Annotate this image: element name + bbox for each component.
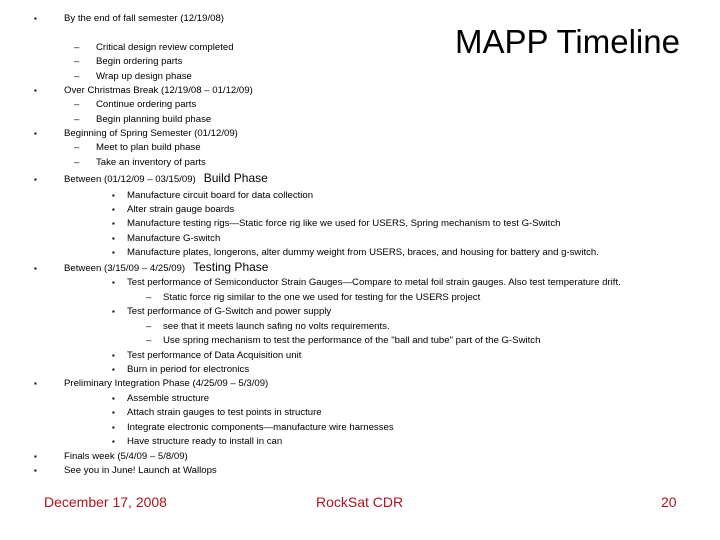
outline-subitem: Burn in period for electronics: [127, 363, 249, 377]
outline-item-text: Finals week (5/4/09 – 5/8/09): [64, 451, 188, 462]
phase-label: Build Phase: [203, 171, 268, 185]
outline-item: Over Christmas Break (12/19/08 – 01/12/0…: [64, 84, 253, 98]
outline-subitem: Have structure ready to install in can: [127, 435, 282, 449]
outline-subitem: Assemble structure: [127, 392, 209, 406]
outline-item-text: see that it meets launch safing no volts…: [163, 321, 390, 332]
outline-item-text: Use spring mechanism to test the perform…: [163, 335, 541, 346]
bullet-marker-icon: ▪: [34, 129, 37, 138]
outline-item-text: Test performance of Data Acquisition uni…: [127, 350, 302, 361]
outline-item-text: Static force rig similar to the one we u…: [163, 292, 481, 303]
bullet-marker-icon: ▪: [34, 175, 37, 184]
outline-subitem: Take an inventory of parts: [96, 156, 206, 170]
outline-subitem: Attach strain gauges to test points in s…: [127, 406, 322, 420]
outline-item-text: Begin planning build phase: [96, 114, 212, 125]
bullet-marker-icon: ▪: [112, 365, 115, 374]
footer-page-number: 20: [661, 494, 677, 510]
dash-marker-icon: –: [74, 157, 80, 168]
dash-marker-icon: –: [74, 142, 80, 153]
dash-marker-icon: –: [74, 114, 80, 125]
bullet-marker-icon: ▪: [34, 379, 37, 388]
outline-subitem: Alter strain gauge boards: [127, 203, 234, 217]
outline-item-text: Manufacture plates, longerons, alter dum…: [127, 247, 599, 258]
dash-marker-icon: –: [74, 42, 80, 53]
outline-subitem: Manufacture plates, longerons, alter dum…: [127, 246, 599, 260]
dash-marker-icon: –: [146, 292, 152, 303]
footer-date: December 17, 2008: [44, 494, 167, 510]
outline-item: Between (01/12/09 – 03/15/09) Build Phase: [64, 171, 268, 187]
outline-item-text: By the end of fall semester (12/19/08): [64, 13, 224, 24]
outline-subitem: Manufacture testing rigs—Static force ri…: [127, 217, 561, 231]
outline-subitem: Meet to plan build phase: [96, 141, 201, 155]
dash-marker-icon: –: [74, 99, 80, 110]
bullet-marker-icon: ▪: [112, 423, 115, 432]
bullet-marker-icon: ▪: [34, 86, 37, 95]
outline-item-text: Test performance of Semiconductor Strain…: [127, 277, 621, 288]
outline-item-text: Manufacture circuit board for data colle…: [127, 190, 314, 201]
outline-item-text: Test performance of G-Switch and power s…: [127, 306, 332, 317]
outline-subitem: Manufacture circuit board for data colle…: [127, 189, 313, 203]
bullet-marker-icon: ▪: [34, 452, 37, 461]
bullet-marker-icon: ▪: [34, 264, 37, 273]
bullet-marker-icon: ▪: [112, 205, 115, 214]
outline-subitem: Continue ordering parts: [96, 98, 196, 112]
outline-item-text: Beginning of Spring Semester (01/12/09): [64, 128, 238, 139]
outline-subitem: Static force rig similar to the one we u…: [163, 291, 480, 305]
bullet-marker-icon: ▪: [112, 234, 115, 243]
bullet-marker-icon: ▪: [112, 394, 115, 403]
outline-item-text: Meet to plan build phase: [96, 142, 201, 153]
bullet-marker-icon: ▪: [112, 307, 115, 316]
bullet-marker-icon: ▪: [112, 219, 115, 228]
dash-marker-icon: –: [146, 335, 152, 346]
outline-item-text: Take an inventory of parts: [96, 157, 206, 168]
outline-item-text: Integrate electronic components—manufact…: [127, 422, 394, 433]
outline-item: Between (3/15/09 – 4/25/09) Testing Phase: [64, 260, 268, 276]
dash-marker-icon: –: [74, 71, 80, 82]
outline-item-text: Begin ordering parts: [96, 56, 183, 67]
outline-item-text: Alter strain gauge boards: [127, 204, 235, 215]
outline-item-text: Attach strain gauges to test points in s…: [127, 407, 322, 418]
outline-subitem: Wrap up design phase: [96, 70, 192, 84]
bullet-marker-icon: ▪: [34, 466, 37, 475]
outline-subitem: Test performance of G-Switch and power s…: [127, 305, 331, 319]
outline-subitem: Integrate electronic components—manufact…: [127, 421, 394, 435]
outline-item-text: Wrap up design phase: [96, 71, 192, 82]
bullet-marker-icon: ▪: [112, 437, 115, 446]
outline-subitem: Test performance of Data Acquisition uni…: [127, 349, 301, 363]
outline-subitem: Use spring mechanism to test the perform…: [163, 334, 540, 348]
outline-item-text: Have structure ready to install in can: [127, 436, 283, 447]
bullet-marker-icon: ▪: [112, 408, 115, 417]
dash-marker-icon: –: [74, 56, 80, 67]
slide-title: MAPP Timeline: [455, 23, 680, 60]
phase-label: Testing Phase: [193, 260, 269, 274]
outline-item-text: Critical design review completed: [96, 42, 234, 53]
outline-subitem: Test performance of Semiconductor Strain…: [127, 276, 621, 290]
outline-subitem: Begin planning build phase: [96, 113, 211, 127]
outline-item: Finals week (5/4/09 – 5/8/09): [64, 450, 188, 464]
outline-item-text: Over Christmas Break (12/19/08 – 01/12/0…: [64, 85, 253, 96]
outline-subitem: Begin ordering parts: [96, 55, 182, 69]
outline-item-text: Burn in period for electronics: [127, 364, 250, 375]
bullet-marker-icon: ▪: [112, 248, 115, 257]
dash-marker-icon: –: [146, 321, 152, 332]
outline-item: Beginning of Spring Semester (01/12/09): [64, 127, 238, 141]
outline-item-text: Preliminary Integration Phase (4/25/09 –…: [64, 378, 269, 389]
outline-item-text: Continue ordering parts: [96, 99, 197, 110]
outline-item: By the end of fall semester (12/19/08): [64, 12, 224, 26]
outline-item: Preliminary Integration Phase (4/25/09 –…: [64, 377, 268, 391]
bullet-marker-icon: ▪: [112, 278, 115, 287]
outline-subitem: Critical design review completed: [96, 41, 234, 55]
outline-item-text: Between (01/12/09 – 03/15/09): [64, 174, 196, 185]
outline-item-text: See you in June! Launch at Wallops: [64, 465, 217, 476]
footer-title: RockSat CDR: [316, 494, 404, 510]
outline-subitem: see that it meets launch safing no volts…: [163, 320, 390, 334]
bullet-marker-icon: ▪: [34, 14, 37, 23]
outline-item: See you in June! Launch at Wallops: [64, 464, 217, 478]
outline-item-text: Between (3/15/09 – 4/25/09): [64, 263, 186, 274]
outline-item-text: Manufacture testing rigs—Static force ri…: [127, 218, 561, 229]
outline-item-text: Manufacture G-switch: [127, 233, 221, 244]
outline-item-text: Assemble structure: [127, 393, 210, 404]
bullet-marker-icon: ▪: [112, 351, 115, 360]
outline-subitem: Manufacture G-switch: [127, 232, 220, 246]
bullet-marker-icon: ▪: [112, 191, 115, 200]
